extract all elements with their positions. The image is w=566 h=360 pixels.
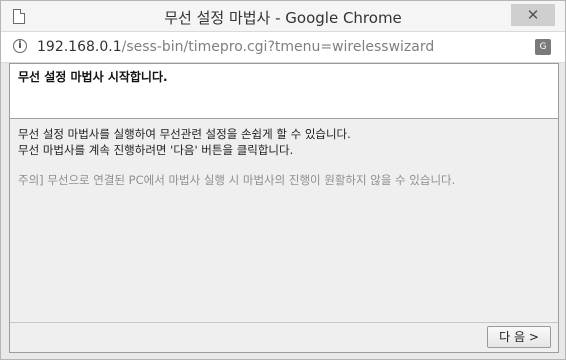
url-host: 192.168.0.1 [37,39,122,55]
title-bar[interactable]: 무선 설정 마법사 - Google Chrome ✕ [1,1,565,31]
window-title: 무선 설정 마법사 - Google Chrome [164,9,402,27]
next-button[interactable]: 다 음 > [487,326,551,348]
wizard-description: 무선 설정 마법사를 실행하여 무선관련 설정을 손쉽게 할 수 있습니다. 무… [18,126,351,158]
close-icon: ✕ [526,6,540,24]
address-bar[interactable]: i 192.168.0.1/sess-bin/timepro.cgi?tmenu… [1,31,565,63]
wizard-heading-box: 무선 설정 마법사 시작합니다. [10,64,558,119]
wizard-warning-note: 주의] 무선으로 연결된 PC에서 마법사 실행 시 마법사의 진행이 원활하지… [18,173,456,187]
info-icon[interactable]: i [13,39,27,53]
close-button[interactable]: ✕ [511,4,555,26]
url-path: /sess-bin/timepro.cgi?tmenu=wirelesswiza… [121,39,435,55]
url-text[interactable]: 192.168.0.1/sess-bin/timepro.cgi?tmenu=w… [37,39,434,55]
translate-icon[interactable]: G [535,39,551,55]
footer-divider [10,322,558,323]
description-line-2: 무선 마법사를 계속 진행하려면 '다음' 버튼을 클릭합니다. [18,143,294,157]
wizard-heading: 무선 설정 마법사 시작합니다. [18,70,168,84]
wizard-panel: 무선 설정 마법사 시작합니다. 무선 설정 마법사를 실행하여 무선관련 설정… [9,63,559,353]
description-line-1: 무선 설정 마법사를 실행하여 무선관련 설정을 손쉽게 할 수 있습니다. [18,127,351,141]
browser-popup-window: 무선 설정 마법사 - Google Chrome ✕ i 192.168.0.… [0,0,566,360]
